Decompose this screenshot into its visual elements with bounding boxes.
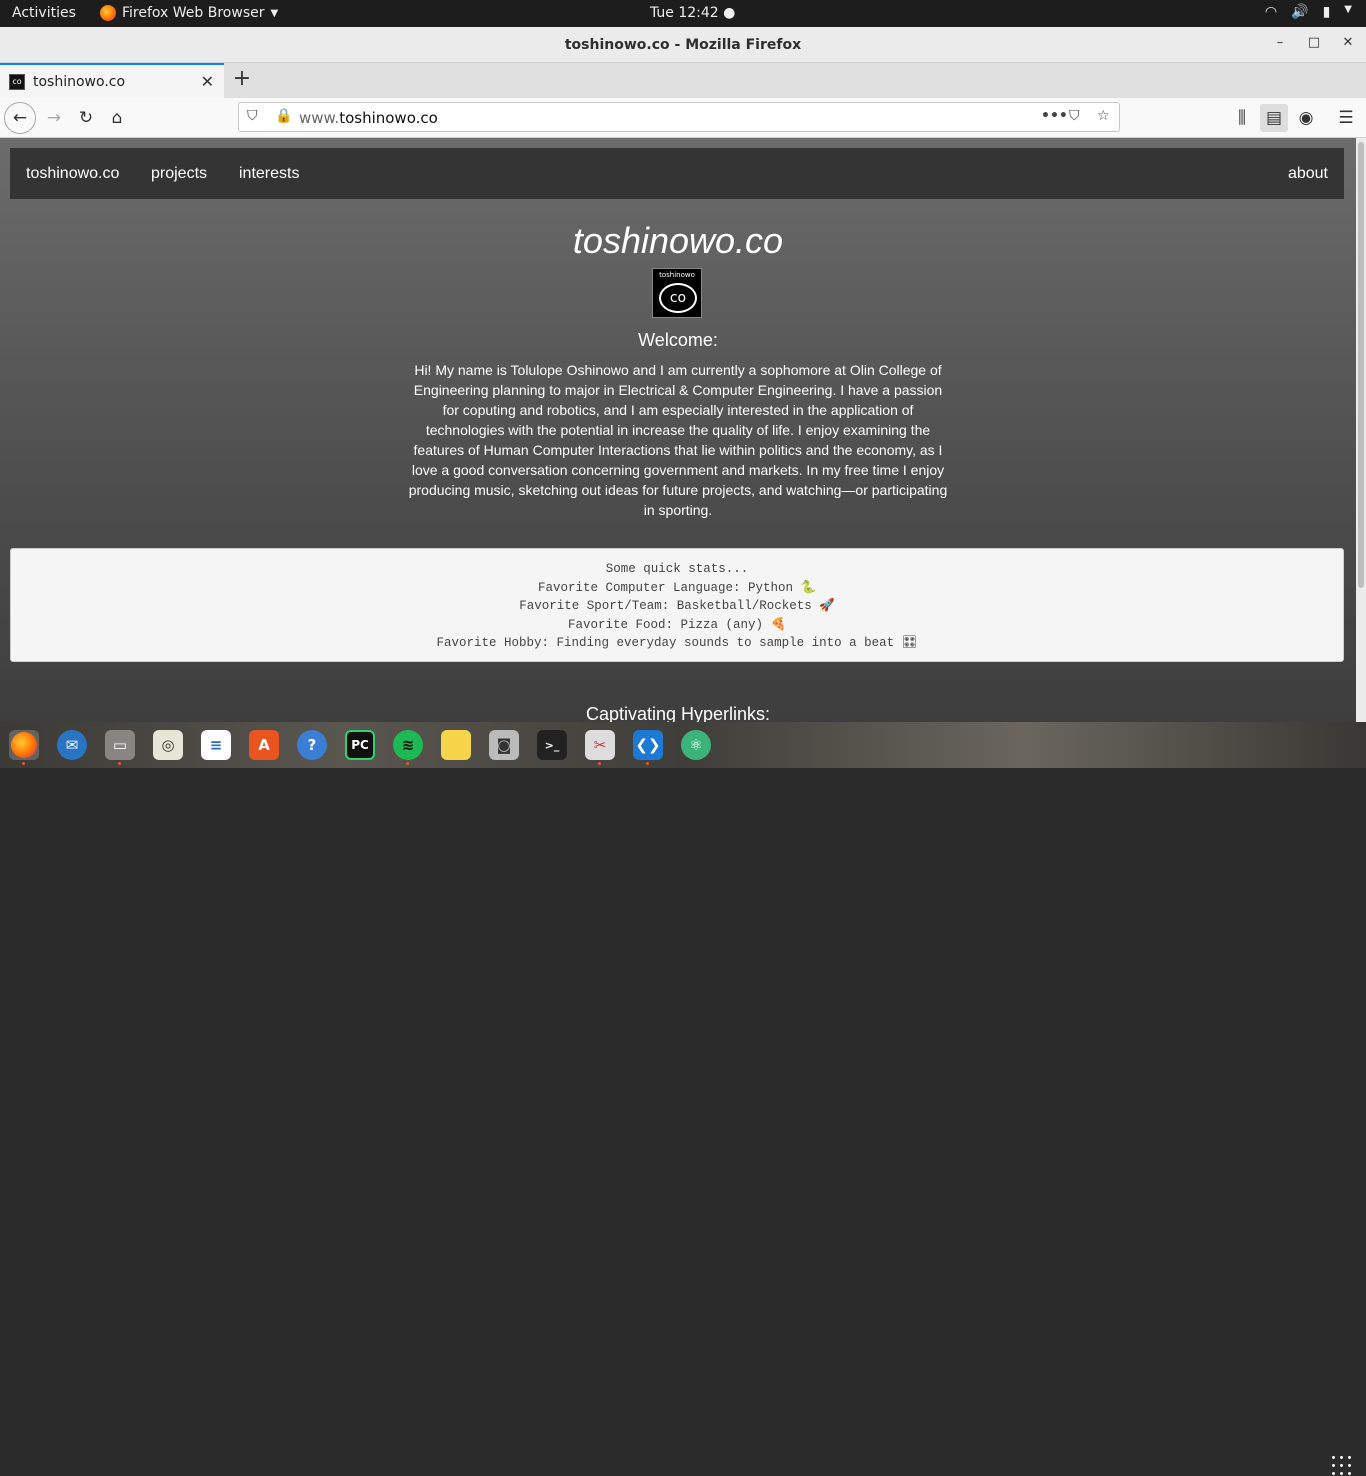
navigation-toolbar: ← → ↻ ⌂ ⛉ 🔒 www.toshinowo.co ••• ⛉ ☆ ⫼ ▤… [0,98,1366,138]
url-prefix: www. [299,109,340,127]
gnome-top-bar: Activities Firefox Web Browser ▼ Tue 12:… [0,0,1366,27]
app-menu[interactable]: Firefox Web Browser ▼ [100,5,278,21]
url-text: www.toshinowo.co [299,109,438,127]
insecure-lock-icon[interactable]: 🔒 [275,108,292,124]
dock-help-icon[interactable]: ? [297,730,327,760]
url-domain: toshinowo.co [339,109,438,127]
running-indicator [406,762,409,765]
stats-line: Favorite Food: Pizza (any) 🍕 [567,617,787,632]
volume-icon: 🔊 [1291,4,1309,20]
dock-camera-icon[interactable]: ◙ [489,730,519,760]
shield-icon[interactable]: ⛉ [247,108,258,124]
page-actions-icon[interactable]: ••• [1041,108,1068,124]
tab-label: toshinowo.co [33,73,126,90]
app-menu-label: Firefox Web Browser [122,5,265,21]
wifi-icon: ◠ [1264,4,1278,20]
chevron-down-icon: ▼ [270,7,279,19]
minimize-button[interactable]: – [1268,35,1292,55]
site-title: toshinowo.co [572,220,784,261]
dock-rhythmbox-icon[interactable]: ◎ [153,730,183,760]
logo-co-mark: co [659,283,697,313]
new-tab-button[interactable]: + [230,67,254,93]
window-title: toshinowo.co - Mozilla Firefox [564,37,802,53]
dock-spotify-icon[interactable]: ≋ [393,730,423,760]
nav-link-interests[interactable]: interests [239,165,299,183]
quick-stats-box: Some quick stats... Favorite Computer La… [10,548,1344,662]
site-favicon-icon: co [9,73,25,90]
dock-tools-icon[interactable]: ✂ [585,730,615,760]
dock-pycharm-icon[interactable]: PC [345,730,375,760]
dock-software-icon[interactable]: A [249,730,279,760]
activities-button[interactable]: Activities [12,5,76,21]
window-titlebar: toshinowo.co - Mozilla Firefox – □ ✕ [0,27,1366,63]
stats-line: Favorite Hobby: Finding everyday sounds … [436,636,918,651]
page-scrollbar[interactable] [1356,138,1366,722]
pocket-icon[interactable]: ⛉ [1069,108,1080,124]
welcome-heading: Welcome: [638,330,718,350]
hyperlinks-heading: Captivating Hyperlinks: [585,704,771,722]
running-indicator [118,762,121,765]
stats-line: Some quick stats... [605,562,749,576]
account-icon[interactable]: ◉ [1292,104,1320,132]
tab-toshinowo[interactable]: co toshinowo.co ✕ [0,63,224,98]
sidebar-icon[interactable]: ▤ [1260,104,1288,132]
dock-notes-icon[interactable] [441,730,471,760]
bookmark-star-icon[interactable]: ☆ [1097,108,1110,124]
dock-thunderbird-icon[interactable]: ✉ [57,730,87,760]
site-logo: toshinowo co [652,268,702,318]
close-tab-icon[interactable]: ✕ [201,72,214,91]
dock-terminal-icon[interactable]: >_ [537,730,567,760]
back-button[interactable]: ← [4,102,36,134]
chevron-down-icon: ▼ [1344,4,1352,15]
dock-atom-icon[interactable]: ⚛ [681,730,711,760]
logo-text: toshinowo [659,271,695,279]
library-icon[interactable]: ⫼ [1228,104,1256,132]
reload-button[interactable]: ↻ [72,104,100,132]
system-tray[interactable]: ◠ 🔊 ▮ ▼ [1265,4,1352,20]
clock-label: Tue 12:42 [650,5,719,21]
close-window-button[interactable]: ✕ [1336,35,1360,55]
home-button[interactable]: ⌂ [103,104,131,132]
nav-brand-link[interactable]: toshinowo.co [26,165,119,183]
forward-button[interactable]: → [40,104,68,132]
scrollbar-thumb[interactable] [1358,142,1364,588]
web-page-viewport: toshinowo.co projects interests about to… [0,138,1356,722]
maximize-button[interactable]: □ [1302,35,1326,55]
hamburger-menu-icon[interactable]: ☰ [1332,104,1360,132]
bio-paragraph: Hi! My name is Tolulope Oshinowo and I a… [408,362,948,518]
stats-line: Favorite Computer Language: Python 🐍 [537,580,817,595]
firefox-icon [100,5,116,21]
clock[interactable]: Tue 12:42 ● [650,5,735,21]
show-applications-icon[interactable] [1332,1456,1352,1476]
nav-link-about[interactable]: about [1288,165,1328,183]
dock-vscode-icon[interactable]: ❮❯ [633,730,663,760]
dock-files-icon[interactable]: ▭ [105,730,135,760]
site-navbar: toshinowo.co projects interests about [10,148,1344,199]
address-bar[interactable]: ⛉ 🔒 www.toshinowo.co ••• ⛉ ☆ [238,102,1120,132]
dock-firefox-icon[interactable] [9,730,39,760]
running-indicator [598,762,601,765]
nav-link-projects[interactable]: projects [151,165,207,183]
battery-icon: ▮ [1322,4,1331,20]
running-indicator [22,762,25,765]
running-indicator [646,762,649,765]
tab-strip: co toshinowo.co ✕ + [0,63,1366,98]
ubuntu-dock: ✉ ▭ ◎ ≡ A ? PC ≋ ◙ >_ ✂ ❮❯ ⚛ [0,722,1366,1475]
dock-writer-icon[interactable]: ≡ [201,730,231,760]
stats-line: Favorite Sport/Team: Basketball/Rockets … [519,599,835,614]
